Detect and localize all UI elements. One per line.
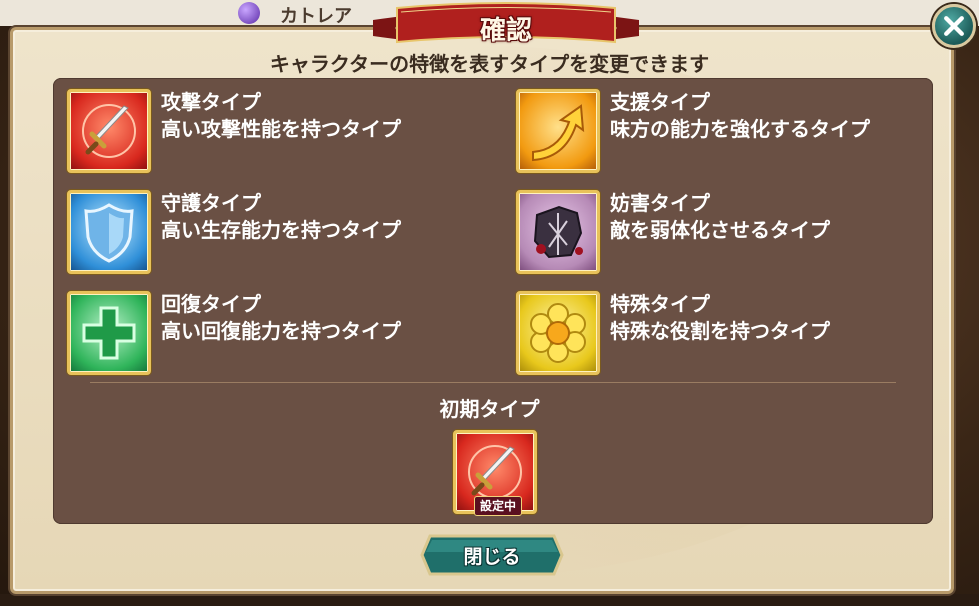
character-orb-icon	[238, 2, 260, 24]
close-dialog-button[interactable]: 閉じる	[420, 532, 564, 578]
type-name: 攻撃タイプ	[161, 90, 261, 114]
dialog-subtitle: キャラクターの特徴を表すタイプを変更できます	[269, 52, 710, 76]
close-button-label: 閉じる	[463, 546, 521, 568]
type-description: 味方の能力を強化するタイプ	[610, 117, 870, 141]
initial-type-label: 初期タイプ	[439, 397, 540, 421]
type-description: 高い生存能力を持つタイプ	[161, 218, 401, 242]
close-icon	[944, 16, 964, 36]
type-description: 特殊な役割を持つタイプ	[610, 319, 830, 343]
dialog-title: 確認	[479, 16, 532, 46]
type-description: 高い攻撃性能を持つタイプ	[161, 117, 401, 141]
cross-icon	[67, 291, 151, 375]
arrow-up-icon	[516, 89, 600, 173]
type-description: 敵を弱体化させるタイプ	[610, 218, 830, 242]
flower-icon	[516, 291, 600, 375]
type-name: 守護タイプ	[161, 191, 261, 215]
section-divider	[90, 382, 896, 383]
type-description: 高い回復能力を持つタイプ	[161, 319, 401, 343]
close-button[interactable]	[932, 4, 976, 48]
type-name: 特殊タイプ	[610, 292, 710, 316]
current-setting-badge: 設定中	[474, 496, 522, 516]
broken-shield-icon	[516, 190, 600, 274]
type-name: 支援タイプ	[610, 90, 710, 114]
background-character-name: カトレア	[280, 6, 352, 27]
background-footer	[0, 594, 979, 606]
title-ribbon: 確認	[373, 2, 639, 54]
sword-icon	[67, 89, 151, 173]
shield-icon	[67, 190, 151, 274]
type-name: 回復タイプ	[161, 292, 261, 316]
type-name: 妨害タイプ	[610, 191, 710, 215]
